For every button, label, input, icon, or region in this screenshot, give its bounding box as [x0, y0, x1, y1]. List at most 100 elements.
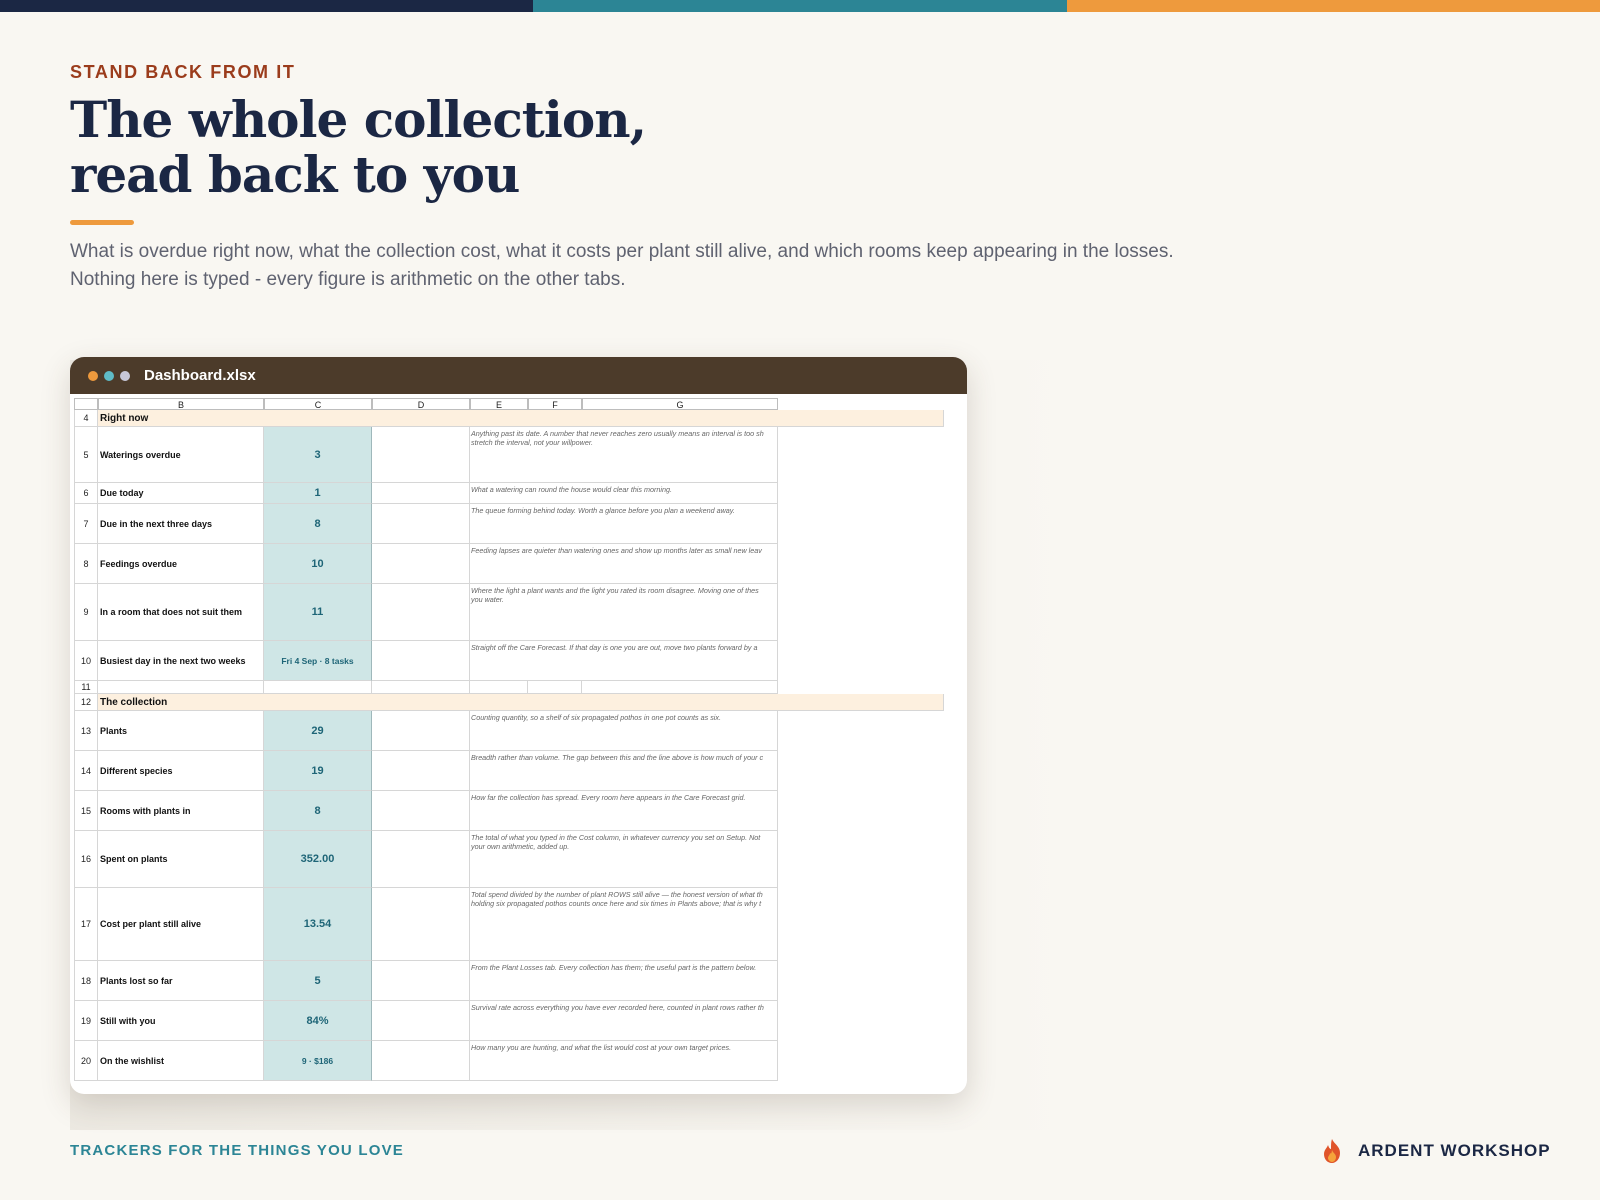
row-number[interactable]: 15 — [74, 791, 98, 831]
column-header-f[interactable]: F — [528, 398, 582, 410]
metric-label[interactable]: Waterings overdue — [98, 427, 264, 483]
empty-cell[interactable] — [372, 1041, 470, 1081]
empty-cell[interactable] — [372, 584, 470, 641]
metric-value[interactable]: 19 — [264, 751, 372, 791]
empty-cell[interactable] — [264, 681, 372, 694]
section-heading[interactable]: Right now — [98, 410, 944, 427]
metric-value[interactable]: 1 — [264, 483, 372, 504]
table-row: 6 Due today 1 What a watering can round the… — [74, 483, 944, 504]
window-close-dot[interactable] — [88, 370, 98, 381]
section-heading[interactable]: The collection — [98, 694, 944, 711]
section-row: 12 The collection — [74, 694, 944, 711]
section-row: 4 Right now — [74, 410, 944, 427]
metric-value[interactable]: 11 — [264, 584, 372, 641]
window-title: Dashboard.xlsx — [144, 367, 256, 384]
metric-label[interactable]: Busiest day in the next two weeks — [98, 641, 264, 681]
metric-note[interactable]: Counting quantity, so a shelf of six pro… — [470, 711, 778, 751]
row-number[interactable]: 13 — [74, 711, 98, 751]
page-title: The whole collection, read back to you — [70, 92, 647, 202]
row-number[interactable]: 5 — [74, 427, 98, 483]
metric-value[interactable]: 10 — [264, 544, 372, 584]
empty-cell[interactable] — [372, 791, 470, 831]
metric-label[interactable]: Due in the next three days — [98, 504, 264, 544]
metric-note[interactable]: Where the light a plant wants and the li… — [470, 584, 778, 641]
metric-value[interactable]: Fri 4 Sep · 8 tasks — [264, 641, 372, 681]
sheet-corner[interactable] — [74, 398, 98, 410]
metric-value[interactable]: 29 — [264, 711, 372, 751]
row-number[interactable]: 6 — [74, 483, 98, 504]
metric-note[interactable]: Anything past its date. A number that ne… — [470, 427, 778, 483]
row-number[interactable]: 16 — [74, 831, 98, 888]
empty-cell[interactable] — [372, 681, 470, 694]
metric-note[interactable]: What a watering can round the house woul… — [470, 483, 778, 504]
empty-cell[interactable] — [372, 504, 470, 544]
metric-note[interactable]: The total of what you typed in the Cost … — [470, 831, 778, 888]
metric-value[interactable]: 8 — [264, 791, 372, 831]
table-row: 17 Cost per plant still alive 13.54 Total s… — [74, 888, 944, 961]
metric-value[interactable]: 352.00 — [264, 831, 372, 888]
empty-cell[interactable] — [372, 1001, 470, 1041]
metric-label[interactable]: On the wishlist — [98, 1041, 264, 1081]
empty-cell[interactable] — [372, 711, 470, 751]
row-number[interactable]: 17 — [74, 888, 98, 961]
metric-value[interactable]: 84% — [264, 1001, 372, 1041]
empty-cell[interactable] — [372, 888, 470, 961]
table-row: 20 On the wishlist 9 · $186 How many you ar… — [74, 1041, 944, 1081]
row-number[interactable]: 8 — [74, 544, 98, 584]
metric-label[interactable]: Due today — [98, 483, 264, 504]
metric-value[interactable]: 3 — [264, 427, 372, 483]
metric-note[interactable]: How far the collection has spread. Every… — [470, 791, 778, 831]
metric-label[interactable]: Plants lost so far — [98, 961, 264, 1001]
metric-note[interactable]: Breadth rather than volume. The gap betw… — [470, 751, 778, 791]
intro-text: What is overdue right now, what the coll… — [70, 238, 1370, 294]
metric-note[interactable]: How many you are hunting, and what the l… — [470, 1041, 778, 1081]
empty-cell[interactable] — [372, 751, 470, 791]
metric-label[interactable]: In a room that does not suit them — [98, 584, 264, 641]
row-number[interactable]: 19 — [74, 1001, 98, 1041]
metric-label[interactable]: Different species — [98, 751, 264, 791]
empty-cell[interactable] — [372, 831, 470, 888]
window-minimize-dot[interactable] — [104, 370, 114, 381]
row-number[interactable]: 18 — [74, 961, 98, 1001]
metric-label[interactable]: Spent on plants — [98, 831, 264, 888]
metric-note[interactable]: Survival rate across everything you have… — [470, 1001, 778, 1041]
row-number[interactable]: 9 — [74, 584, 98, 641]
metric-label[interactable]: Cost per plant still alive — [98, 888, 264, 961]
column-header-g[interactable]: G — [582, 398, 778, 410]
metric-note[interactable]: Feeding lapses are quieter than watering… — [470, 544, 778, 584]
metric-value[interactable]: 5 — [264, 961, 372, 1001]
metric-note[interactable]: Total spend divided by the number of pla… — [470, 888, 778, 961]
metric-label[interactable]: Still with you — [98, 1001, 264, 1041]
empty-cell[interactable] — [528, 681, 582, 694]
empty-cell[interactable] — [372, 544, 470, 584]
row-number[interactable]: 12 — [74, 694, 98, 711]
column-header-e[interactable]: E — [470, 398, 528, 410]
metric-value[interactable]: 8 — [264, 504, 372, 544]
metric-note[interactable]: The queue forming behind today. Worth a … — [470, 504, 778, 544]
empty-cell[interactable] — [470, 681, 528, 694]
row-number[interactable]: 11 — [74, 681, 98, 694]
column-header-b[interactable]: B — [98, 398, 264, 410]
metric-label[interactable]: Plants — [98, 711, 264, 751]
metric-label[interactable]: Rooms with plants in — [98, 791, 264, 831]
row-number[interactable]: 14 — [74, 751, 98, 791]
empty-cell[interactable] — [372, 427, 470, 483]
metric-note[interactable]: Straight off the Care Forecast. If that … — [470, 641, 778, 681]
column-header-c[interactable]: C — [264, 398, 372, 410]
accent-segment-navy — [0, 0, 534, 12]
metric-value[interactable]: 13.54 — [264, 888, 372, 961]
row-number[interactable]: 7 — [74, 504, 98, 544]
empty-cell[interactable] — [372, 641, 470, 681]
empty-cell[interactable] — [372, 961, 470, 1001]
empty-cell[interactable] — [372, 483, 470, 504]
empty-cell[interactable] — [98, 681, 264, 694]
metric-label[interactable]: Feedings overdue — [98, 544, 264, 584]
metric-value[interactable]: 9 · $186 — [264, 1041, 372, 1081]
row-number[interactable]: 4 — [74, 410, 98, 427]
row-number[interactable]: 20 — [74, 1041, 98, 1081]
empty-cell[interactable] — [582, 681, 778, 694]
window-maximize-dot[interactable] — [120, 370, 130, 381]
row-number[interactable]: 10 — [74, 641, 98, 681]
metric-note[interactable]: From the Plant Losses tab. Every collect… — [470, 961, 778, 1001]
column-header-d[interactable]: D — [372, 398, 470, 410]
